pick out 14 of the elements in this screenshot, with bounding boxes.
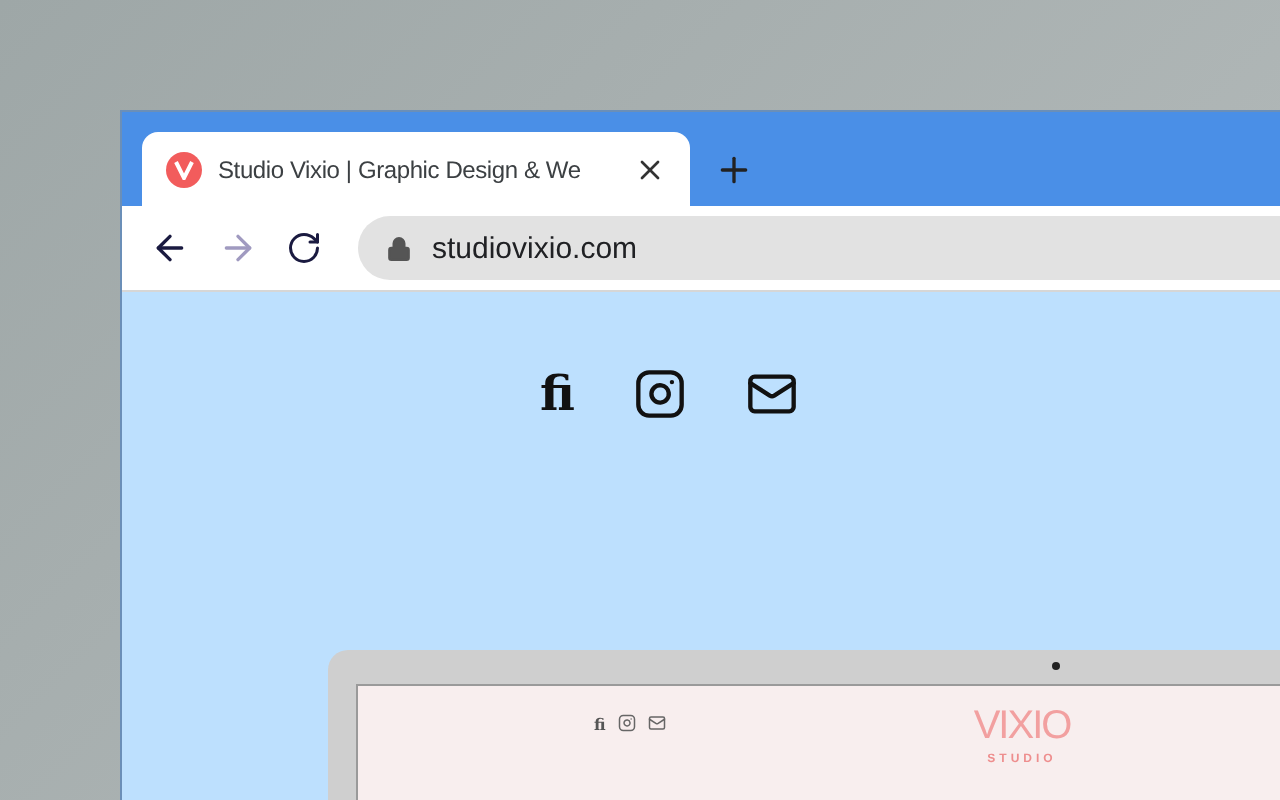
address-bar[interactable]: studiovixio.com bbox=[358, 216, 1280, 280]
tab-title: Studio Vixio | Graphic Design & We bbox=[218, 155, 583, 183]
logo-text: VIXIO bbox=[973, 706, 1071, 746]
url-text: studiovixio.com bbox=[432, 231, 638, 265]
instagram-icon[interactable] bbox=[634, 368, 687, 420]
browser-tab[interactable]: Studio Vixio | Graphic Design & We bbox=[142, 132, 690, 206]
site-favicon-icon bbox=[166, 151, 202, 187]
camera-icon bbox=[1052, 662, 1060, 670]
instagram-icon bbox=[617, 714, 636, 732]
lock-icon bbox=[386, 235, 412, 261]
reload-icon[interactable] bbox=[286, 230, 322, 266]
fi-icon: fi bbox=[594, 714, 606, 734]
mail-icon bbox=[647, 714, 666, 732]
fi-link[interactable]: fi bbox=[540, 370, 575, 418]
